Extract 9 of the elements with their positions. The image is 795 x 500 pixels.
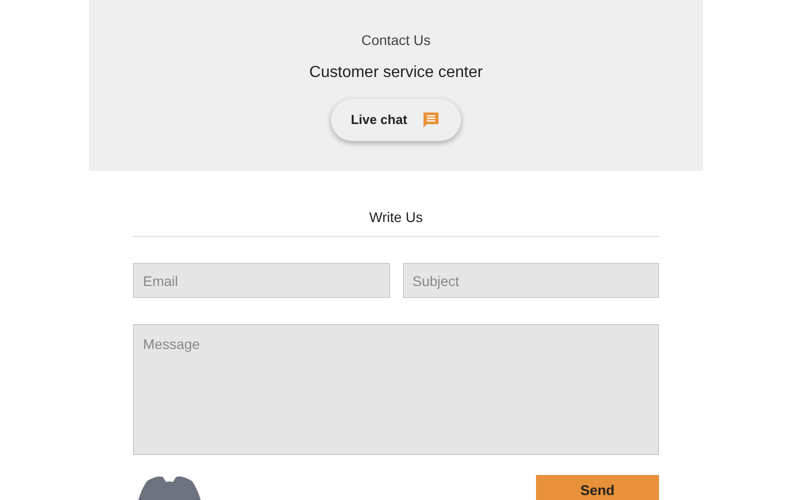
- contact-subtitle: Customer service center: [309, 63, 483, 83]
- chat-icon: [421, 110, 442, 130]
- live-chat-button[interactable]: Live chat: [331, 99, 461, 141]
- input-field[interactable]: Email: [133, 263, 390, 298]
- message-field[interactable]: Message: [133, 324, 659, 455]
- contact-heading: Contact Us: [361, 31, 431, 50]
- input-field[interactable]: Subject: [402, 263, 659, 298]
- write-us-heading: Write Us: [133, 207, 659, 237]
- send-button[interactable]: Send: [536, 475, 659, 500]
